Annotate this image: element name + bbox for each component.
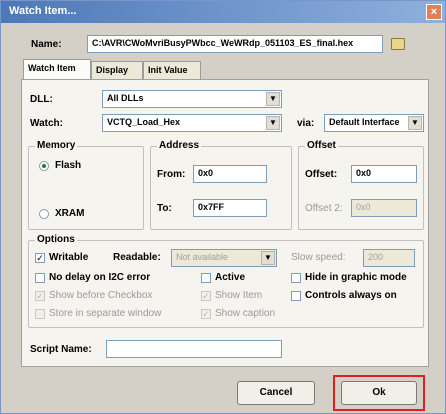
watch-value: VCTQ_Load_Hex [107,117,181,127]
script-name-label: Script Name: [30,344,92,355]
controls-always-on-label: Controls always on [305,290,397,301]
store-separate-label: Store in separate window [49,308,162,319]
name-field[interactable]: C:\AVR\CWoMvriBusyPWbcc_WeWRdp_051103_ES… [87,35,383,53]
show-caption-label: Show caption [215,308,276,319]
watch-select[interactable]: VCTQ_Load_Hex ▼ [102,114,282,132]
memory-group: Memory Flash XRAM [28,140,144,230]
address-title: Address [157,140,202,151]
writable-label: Writable [49,252,89,263]
no-delay-label: No delay on I2C error [49,272,151,283]
dialog-title: Watch Item... [9,5,77,17]
hide-graphic-label: Hide in graphic mode [305,272,407,283]
slow-speed-field: 200 [363,249,415,267]
to-label: To: [157,203,172,214]
chevron-down-icon[interactable]: ▼ [266,116,280,130]
to-field[interactable]: 0x7FF [193,199,267,217]
dll-select[interactable]: All DLLs ▼ [102,90,282,108]
tab-init-value[interactable]: Init Value [143,61,201,79]
watch-label: Watch: [30,118,63,129]
via-label: via: [297,118,315,129]
watch-item-dialog: Watch Item... × Name: C:\AVR\CWoMvriBusy… [0,0,446,414]
offset2-field: 0x0 [351,199,417,217]
ok-highlight-box [333,375,425,411]
chevron-down-icon[interactable]: ▼ [408,116,422,130]
offset-group: Offset Offset: 0x0 Offset 2: 0x0 [298,140,424,230]
show-before-label: Show before Checkbox [49,290,153,301]
no-delay-checkbox[interactable] [35,273,45,283]
address-group: Address From: 0x0 To: 0x7FF [150,140,292,230]
xram-label: XRAM [55,208,85,219]
offset-title: Offset [305,140,338,151]
folder-icon[interactable] [391,38,405,50]
tab-display[interactable]: Display [91,61,143,79]
title-bar[interactable]: Watch Item... × [1,1,445,23]
show-before-checkbox: ✓ [35,291,45,301]
active-checkbox[interactable] [201,273,211,283]
via-select[interactable]: Default Interface ▼ [324,114,424,132]
offset2-label: Offset 2: [305,203,343,214]
offset-field[interactable]: 0x0 [351,165,417,183]
show-item-label: Show Item [215,290,263,301]
slow-speed-label: Slow speed: [291,252,346,263]
name-label: Name: [31,39,62,50]
from-field[interactable]: 0x0 [193,165,267,183]
readable-label: Readable: [113,252,161,263]
active-label: Active [215,272,246,283]
cancel-button[interactable]: Cancel [237,381,315,405]
dll-label: DLL: [30,94,53,105]
show-item-checkbox: ✓ [201,291,211,301]
offset-label: Offset: [305,169,338,180]
show-caption-checkbox: ✓ [201,309,211,319]
chevron-down-icon[interactable]: ▼ [266,92,280,106]
options-group: Options ✓ Writable Readable: Not availab… [28,234,424,328]
readable-select: Not available ▼ [171,249,277,267]
tab-watch-item[interactable]: Watch Item [23,59,91,79]
options-title: Options [35,234,77,245]
via-value: Default Interface [329,117,400,127]
flash-radio[interactable] [39,161,49,171]
writable-checkbox[interactable]: ✓ [35,253,45,263]
store-separate-checkbox [35,309,45,319]
dll-value: All DLLs [107,93,144,103]
watch-item-panel: DLL: All DLLs ▼ Watch: VCTQ_Load_Hex ▼ v… [21,79,429,367]
flash-label: Flash [55,160,82,171]
close-icon[interactable]: × [426,4,442,20]
from-label: From: [157,169,186,180]
readable-value: Not available [176,252,229,262]
xram-radio[interactable] [39,209,49,219]
controls-always-on-checkbox[interactable] [291,291,301,301]
hide-graphic-checkbox[interactable] [291,273,301,283]
chevron-down-icon: ▼ [261,251,275,265]
script-name-field[interactable] [106,340,282,358]
memory-title: Memory [35,140,78,151]
